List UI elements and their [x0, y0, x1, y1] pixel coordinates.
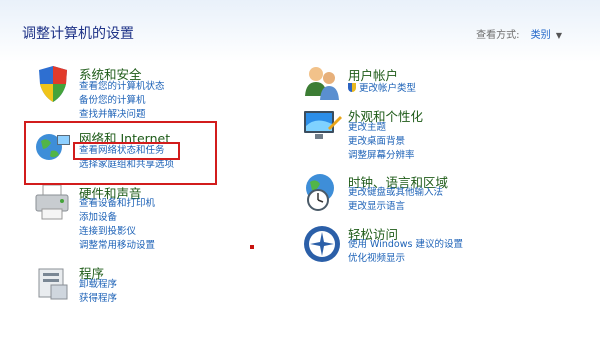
programs-icon: [38, 268, 68, 300]
monitor-icon: [304, 111, 342, 139]
link-change-account-type[interactable]: 更改帐户类型: [348, 82, 416, 96]
link-get-programs[interactable]: 获得程序: [79, 292, 117, 306]
ease-of-access-icon: [304, 226, 340, 262]
link-devices-printers[interactable]: 查看设备和打印机: [79, 197, 155, 211]
dropdown-caret-icon[interactable]: ▼: [556, 31, 562, 40]
clock-globe-icon: [306, 174, 334, 211]
printer-icon: [35, 184, 69, 220]
red-marker: [250, 245, 254, 249]
link-projector[interactable]: 连接到投影仪: [79, 225, 136, 239]
link-troubleshoot[interactable]: 查找并解决问题: [79, 108, 146, 122]
uac-shield-icon: [348, 83, 356, 92]
view-by-dropdown[interactable]: 类别: [531, 30, 551, 41]
users-icon: [305, 67, 339, 100]
link-recommended-settings[interactable]: 使用 Windows 建议的设置: [348, 238, 463, 252]
link-display-language[interactable]: 更改显示语言: [348, 200, 405, 214]
link-change-theme[interactable]: 更改主题: [348, 121, 386, 135]
link-change-account-type-text: 更改帐户类型: [359, 83, 417, 94]
link-screen-resolution[interactable]: 调整屏幕分辨率: [348, 149, 415, 163]
link-view-status[interactable]: 查看您的计算机状态: [79, 80, 165, 94]
shield-flag-icon: [39, 66, 67, 102]
link-mobility-settings[interactable]: 调整常用移动设置: [79, 239, 155, 253]
view-by: 查看方式: 类别 ▼: [476, 26, 562, 41]
highlight-box-network-status: [73, 142, 180, 160]
link-keyboard-input[interactable]: 更改键盘或其他输入法: [348, 186, 443, 200]
link-backup[interactable]: 备份您的计算机: [79, 94, 146, 108]
view-by-label: 查看方式:: [476, 30, 520, 41]
page-title: 调整计算机的设置: [22, 26, 134, 42]
link-optimize-display[interactable]: 优化视频显示: [348, 252, 405, 266]
link-desktop-background[interactable]: 更改桌面背景: [348, 135, 405, 149]
link-uninstall[interactable]: 卸载程序: [79, 278, 117, 292]
link-add-device[interactable]: 添加设备: [79, 211, 117, 225]
